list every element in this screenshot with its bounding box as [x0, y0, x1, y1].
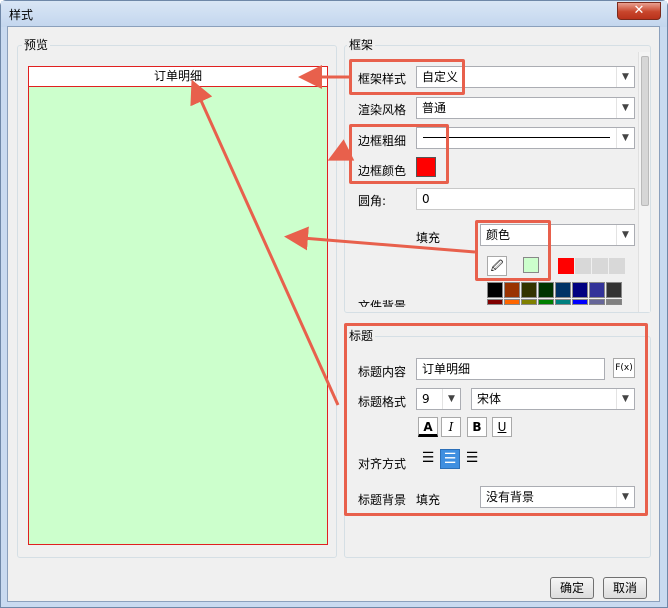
callout-frame-style	[349, 59, 465, 95]
callout-border	[349, 124, 449, 184]
render-style-value: 普通	[422, 101, 447, 115]
palette-cell[interactable]	[555, 282, 571, 298]
scrollbar-thumb[interactable]	[641, 56, 649, 206]
palette-cell[interactable]	[589, 282, 605, 298]
palette-cell[interactable]	[521, 299, 537, 305]
corner-radius-value: 0	[422, 192, 430, 206]
frame-group-label: 框架	[347, 36, 376, 53]
callout-fill-color	[475, 220, 551, 281]
frame-scrollbar[interactable]	[638, 52, 650, 312]
palette-cell[interactable]	[606, 299, 622, 305]
title-bar: 样式 ✕	[1, 1, 667, 27]
palette-cell[interactable]	[538, 282, 554, 298]
recent-color-4[interactable]	[609, 258, 625, 274]
palette-cell[interactable]	[589, 299, 605, 305]
palette-cell[interactable]	[538, 299, 554, 305]
preview-canvas: 订单明细	[28, 66, 328, 545]
chevron-down-icon: ▼	[616, 225, 634, 245]
cancel-button[interactable]: 取消	[603, 577, 647, 599]
window-title: 样式	[9, 8, 34, 22]
palette-cell[interactable]	[572, 282, 588, 298]
corner-radius-input[interactable]: 0	[416, 188, 635, 210]
palette-cell[interactable]	[555, 299, 571, 305]
preview-group-label: 预览	[22, 36, 51, 53]
render-style-select[interactable]: 普通 ▼	[416, 97, 635, 119]
palette-cell[interactable]	[521, 282, 537, 298]
chevron-down-icon: ▼	[616, 98, 634, 118]
recent-color-2[interactable]	[575, 258, 591, 274]
fill-label: 填充	[416, 231, 441, 245]
render-style-label: 渲染风格	[358, 103, 407, 117]
line-sample	[423, 137, 610, 138]
palette-cell[interactable]	[487, 282, 503, 298]
palette-cell[interactable]	[504, 282, 520, 298]
chevron-down-icon: ▼	[616, 128, 634, 148]
palette-cell[interactable]	[606, 282, 622, 298]
palette-cell[interactable]	[487, 299, 503, 305]
preview-title-bar: 订单明细	[29, 67, 327, 87]
corner-radius-label: 圆角:	[358, 194, 387, 208]
chevron-down-icon: ▼	[616, 67, 634, 87]
palette-cell[interactable]	[504, 299, 520, 305]
recent-color-1[interactable]	[558, 258, 574, 274]
recent-color-3[interactable]	[592, 258, 608, 274]
partial-label: 文件背景	[358, 300, 407, 307]
close-button[interactable]: ✕	[617, 2, 661, 20]
ok-button[interactable]: 确定	[550, 577, 594, 599]
palette-cell[interactable]	[572, 299, 588, 305]
callout-title-section	[344, 323, 648, 516]
